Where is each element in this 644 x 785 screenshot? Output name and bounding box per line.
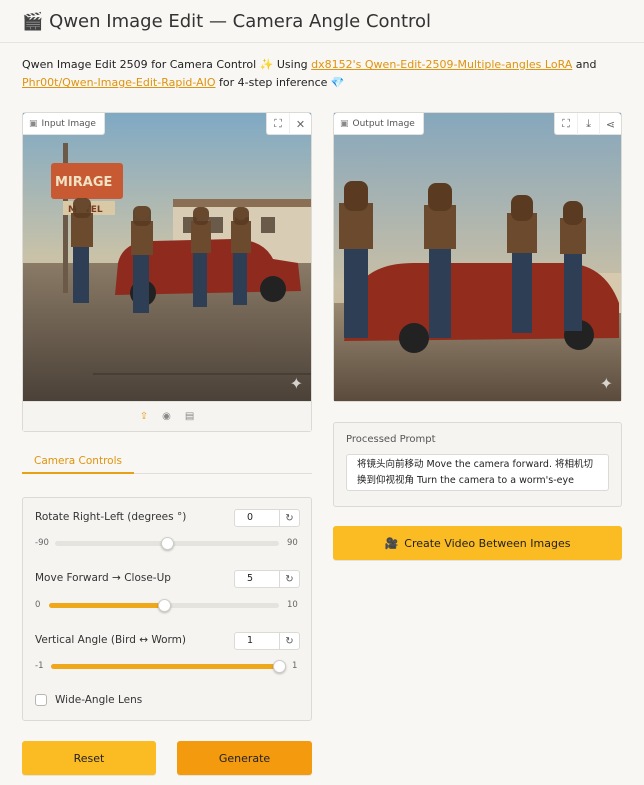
processed-prompt-textbox[interactable]: 将镜头向前移动 Move the camera forward. 将相机切换到仰… (346, 454, 609, 491)
clapperboard-icon: 🎬 (22, 11, 44, 32)
wide-angle-label[interactable]: Wide-Angle Lens (55, 694, 142, 706)
rotate-min: -90 (35, 538, 49, 548)
reset-button[interactable]: Reset (22, 741, 156, 775)
description-suffix: for 4-step inference 💎 (215, 76, 345, 89)
output-photo: ✦ (334, 113, 621, 401)
page-title: 🎬 Qwen Image Edit — Camera Angle Control (22, 11, 431, 32)
sparkle-icon: ✦ (289, 374, 303, 393)
description-prefix: Qwen Image Edit 2509 for Camera Control … (22, 58, 312, 71)
upload-icon[interactable]: ⇪ (140, 411, 148, 422)
rotate-value[interactable]: 0 (235, 510, 279, 526)
processed-prompt-panel: Processed Prompt 将镜头向前移动 Move the camera… (333, 422, 622, 507)
wide-angle-checkbox[interactable] (35, 694, 47, 706)
input-image-panel[interactable]: ▣ Input Image ⛶ ✕ MIRAGE MOTEL (22, 112, 312, 432)
output-image-tools: ⛶ ⤓ ⋖ (554, 113, 621, 135)
reset-icon[interactable]: ↻ (279, 571, 299, 587)
fullscreen-icon[interactable]: ⛶ (555, 113, 577, 135)
output-image-panel: ▣ Output Image ⛶ ⤓ ⋖ ✦ (333, 112, 622, 402)
svg-text:MIRAGE: MIRAGE (55, 175, 112, 190)
forward-value[interactable]: 5 (235, 571, 279, 587)
forward-label: Move Forward → Close-Up (35, 572, 171, 584)
forward-min: 0 (35, 600, 41, 610)
rotate-slider-thumb[interactable] (161, 537, 174, 550)
output-image-label-text: Output Image (352, 118, 415, 129)
fullscreen-icon[interactable]: ⛶ (267, 113, 289, 135)
camera-controls-panel: Rotate Right-Left (degrees °) 0 ↻ -90 90… (22, 497, 312, 721)
description-middle: and (572, 58, 597, 71)
forward-slider-fill (49, 603, 164, 608)
video-camera-icon: 🎥 (384, 536, 399, 550)
input-photo-graphic: MIRAGE MOTEL (23, 113, 311, 401)
share-icon[interactable]: ⋖ (599, 113, 621, 135)
controls-tabs: Camera Controls (22, 448, 312, 474)
vertical-number-input[interactable]: 1 ↻ (234, 632, 300, 650)
page-title-text: Qwen Image Edit — Camera Angle Control (49, 11, 432, 32)
image-icon: ▣ (340, 118, 349, 129)
clipboard-icon[interactable]: ▤ (185, 411, 194, 422)
close-icon[interactable]: ✕ (289, 113, 311, 135)
vertical-min: -1 (35, 661, 44, 671)
input-image-tools: ⛶ ✕ (266, 113, 311, 135)
vertical-label: Vertical Angle (Bird ↔ Worm) (35, 634, 186, 646)
webcam-icon[interactable]: ◉ (162, 411, 171, 422)
sparkle-icon: ✦ (599, 374, 613, 393)
forward-slider-thumb[interactable] (158, 599, 171, 612)
vertical-slider[interactable] (51, 660, 286, 673)
vertical-slider-fill (51, 664, 279, 669)
vertical-value[interactable]: 1 (235, 633, 279, 649)
output-image-label: ▣ Output Image (334, 113, 424, 135)
rotate-label: Rotate Right-Left (degrees °) (35, 511, 187, 523)
forward-max: 10 (287, 600, 298, 610)
rotate-number-input[interactable]: 0 ↻ (234, 509, 300, 527)
input-image-label: ▣ Input Image (23, 113, 105, 135)
output-photo-graphic (334, 113, 621, 401)
input-photo: MIRAGE MOTEL ✦ (23, 113, 311, 401)
forward-number-input[interactable]: 5 ↻ (234, 570, 300, 588)
reset-icon[interactable]: ↻ (279, 633, 299, 649)
rotate-slider[interactable] (55, 537, 279, 550)
reset-button-label: Reset (73, 751, 105, 765)
tab-camera-controls[interactable]: Camera Controls (22, 448, 134, 474)
processed-prompt-label: Processed Prompt (346, 434, 436, 445)
rapid-aio-link[interactable]: Phr00t/Qwen-Image-Edit-Rapid-AIO (22, 76, 216, 89)
image-icon: ▣ (29, 118, 38, 129)
rotate-max: 90 (287, 538, 298, 548)
vertical-max: 1 (292, 661, 298, 671)
create-video-button[interactable]: 🎥 Create Video Between Images (333, 526, 622, 560)
lora-link[interactable]: dx8152's Qwen-Edit-2509-Multiple-angles … (311, 58, 572, 71)
forward-slider[interactable] (49, 599, 279, 612)
header-divider (0, 42, 644, 43)
image-source-bar: ⇪ ◉ ▤ (23, 401, 311, 431)
download-icon[interactable]: ⤓ (577, 113, 599, 135)
vertical-slider-thumb[interactable] (273, 660, 286, 673)
reset-icon[interactable]: ↻ (279, 510, 299, 526)
input-image-label-text: Input Image (41, 118, 96, 129)
create-video-label: Create Video Between Images (404, 536, 571, 550)
description: Qwen Image Edit 2509 for Camera Control … (22, 56, 632, 92)
generate-button-label: Generate (218, 751, 271, 765)
generate-button[interactable]: Generate (177, 741, 312, 775)
